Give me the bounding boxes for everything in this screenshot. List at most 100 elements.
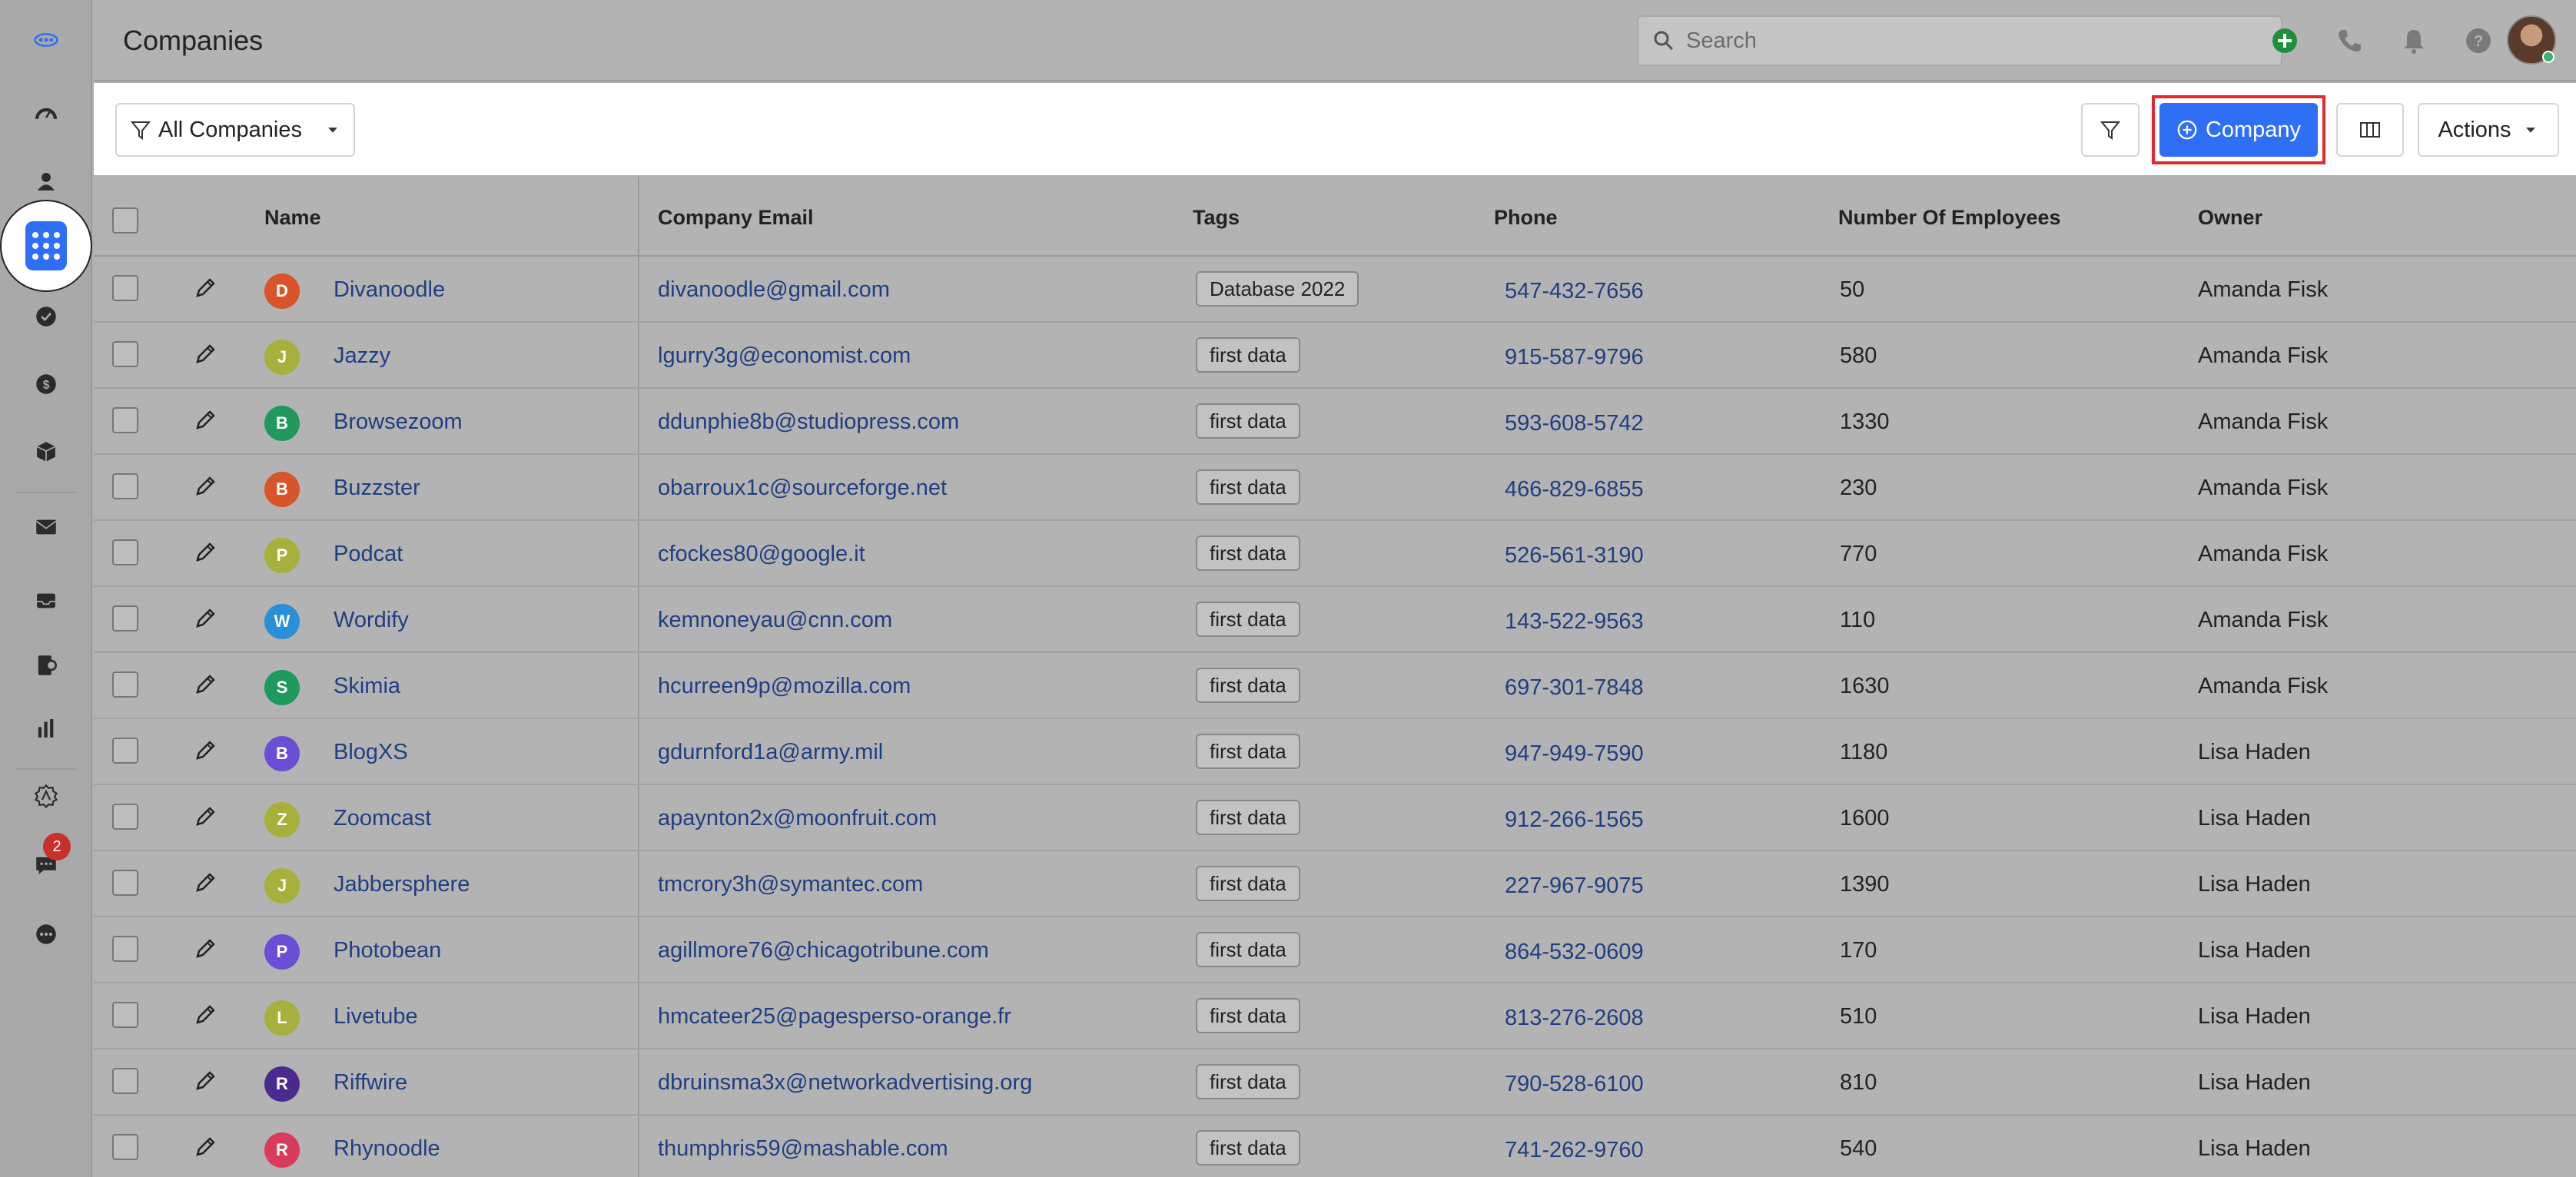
table-row[interactable]: R Riffwire dbruinsma3x@networkadvertising.… [94, 1049, 2576, 1116]
row-checkbox[interactable] [112, 870, 138, 896]
table-row[interactable]: D Divanoodle divanoodle@gmail.com Database … [94, 257, 2576, 323]
company-name-link[interactable]: Zoomcast [334, 806, 431, 831]
row-checkbox[interactable] [112, 473, 138, 499]
edit-pencil-icon[interactable] [192, 936, 218, 962]
phone-link[interactable]: 526-561-3190 [1505, 543, 1644, 569]
add-company-button[interactable]: Company [2159, 103, 2318, 157]
phone-link[interactable]: 593-608-5742 [1505, 411, 1644, 436]
header-employees[interactable]: Number Of Employees [1838, 206, 2061, 230]
company-email-link[interactable]: kemnoneyau@cnn.com [658, 608, 892, 633]
company-email-link[interactable]: agillmore76@chicagotribune.com [658, 938, 989, 963]
email-icon[interactable] [23, 504, 69, 550]
tasks-icon[interactable] [23, 293, 69, 340]
row-checkbox[interactable] [112, 936, 138, 962]
table-row[interactable]: B Browsezoom ddunphie8b@studiopress.com fir… [94, 389, 2576, 455]
company-name-link[interactable]: Buzzster [334, 476, 420, 501]
phone-link[interactable]: 143-522-9563 [1505, 609, 1644, 635]
row-checkbox[interactable] [112, 275, 138, 301]
edit-pencil-icon[interactable] [192, 804, 218, 830]
header-name[interactable]: Name [264, 206, 321, 230]
phone-link[interactable]: 741-262-9760 [1505, 1138, 1644, 1163]
search-box[interactable] [1637, 15, 2282, 66]
company-email-link[interactable]: obarroux1c@sourceforge.net [658, 476, 947, 501]
row-checkbox[interactable] [112, 341, 138, 367]
company-email-link[interactable]: thumphris59@mashable.com [658, 1136, 948, 1162]
row-checkbox[interactable] [112, 804, 138, 830]
company-name-link[interactable]: Skimia [334, 674, 400, 699]
deals-icon[interactable]: $ [23, 361, 69, 407]
header-phone[interactable]: Phone [1494, 206, 1558, 230]
edit-pencil-icon[interactable] [192, 1134, 218, 1160]
company-name-link[interactable]: Rhynoodle [334, 1136, 440, 1162]
edit-pencil-icon[interactable] [192, 1002, 218, 1028]
company-email-link[interactable]: cfockes80@google.it [658, 542, 865, 567]
company-name-link[interactable]: Wordify [334, 608, 409, 633]
company-email-link[interactable]: ddunphie8b@studiopress.com [658, 409, 959, 435]
company-email-link[interactable]: divanoodle@gmail.com [658, 277, 890, 303]
logo-icon[interactable] [23, 17, 69, 63]
company-email-link[interactable]: lgurry3g@economist.com [658, 343, 911, 369]
notifications-bell-icon[interactable] [2396, 23, 2432, 58]
edit-pencil-icon[interactable] [192, 407, 218, 433]
table-row[interactable]: J Jazzy lgurry3g@economist.com first data 91… [94, 323, 2576, 389]
table-row[interactable]: S Skimia hcurreen9p@mozilla.com first data 6… [94, 653, 2576, 719]
add-new-icon[interactable] [2267, 23, 2302, 58]
company-name-link[interactable]: Podcat [334, 542, 403, 567]
header-tags[interactable]: Tags [1193, 206, 1240, 230]
company-name-link[interactable]: Jazzy [334, 343, 390, 369]
phone-link[interactable]: 915-587-9796 [1505, 345, 1644, 370]
phone-icon[interactable] [2332, 23, 2367, 58]
table-row[interactable]: P Photobean agillmore76@chicagotribune.com… [94, 917, 2576, 983]
phone-link[interactable]: 790-528-6100 [1505, 1072, 1644, 1097]
phone-link[interactable]: 547-432-7656 [1505, 279, 1644, 304]
filter-button[interactable] [2081, 103, 2139, 157]
edit-pencil-icon[interactable] [192, 671, 218, 698]
row-checkbox[interactable] [112, 1068, 138, 1094]
select-all-checkbox[interactable] [112, 207, 138, 234]
view-selector-dropdown[interactable]: All Companies [115, 103, 355, 157]
company-name-link[interactable]: Livetube [334, 1004, 418, 1029]
columns-toggle-button[interactable] [2336, 103, 2404, 157]
company-email-link[interactable]: dbruinsma3x@networkadvertising.org [658, 1070, 1032, 1096]
company-name-link[interactable]: Photobean [334, 938, 441, 963]
automation-icon[interactable] [23, 773, 69, 819]
row-checkbox[interactable] [112, 1134, 138, 1160]
phone-link[interactable]: 912-266-1565 [1505, 807, 1644, 833]
company-name-link[interactable]: Jabbersphere [334, 872, 470, 897]
contacts-icon[interactable] [23, 158, 69, 204]
edit-pencil-icon[interactable] [192, 605, 218, 632]
company-email-link[interactable]: gdurnford1a@army.mil [658, 740, 883, 765]
edit-pencil-icon[interactable] [192, 275, 218, 301]
dashboard-icon[interactable] [23, 91, 69, 137]
table-row[interactable]: B Buzzster obarroux1c@sourceforge.net first… [94, 455, 2576, 521]
header-email[interactable]: Company Email [658, 206, 814, 230]
phone-link[interactable]: 947-949-7590 [1505, 741, 1644, 767]
row-checkbox[interactable] [112, 407, 138, 433]
inbox-icon[interactable] [23, 578, 69, 624]
phone-link[interactable]: 813-276-2608 [1505, 1006, 1644, 1031]
row-checkbox[interactable] [112, 671, 138, 698]
row-checkbox[interactable] [112, 1002, 138, 1028]
table-row[interactable]: Z Zoomcast apaynton2x@moonfruit.com first d… [94, 785, 2576, 851]
edit-pencil-icon[interactable] [192, 870, 218, 896]
company-name-link[interactable]: Riffwire [334, 1070, 407, 1096]
row-checkbox[interactable] [112, 738, 138, 764]
header-owner[interactable]: Owner [2198, 206, 2262, 230]
edit-pencil-icon[interactable] [192, 738, 218, 764]
reports-icon[interactable] [23, 705, 69, 751]
edit-pencil-icon[interactable] [192, 341, 218, 367]
row-checkbox[interactable] [112, 605, 138, 632]
company-email-link[interactable]: hmcateer25@pagesperso-orange.fr [658, 1004, 1011, 1029]
table-row[interactable]: R Rhynoodle thumphris59@mashable.com first … [94, 1116, 2576, 1177]
products-icon[interactable] [23, 429, 69, 475]
search-input[interactable] [1686, 28, 2270, 54]
company-name-link[interactable]: Divanoodle [334, 277, 445, 303]
phone-link[interactable]: 466-829-6855 [1505, 477, 1644, 502]
row-checkbox[interactable] [112, 539, 138, 565]
company-name-link[interactable]: Browsezoom [334, 409, 463, 435]
companies-nav-button[interactable] [2, 201, 91, 290]
phone-link[interactable]: 864-532-0609 [1505, 940, 1644, 965]
edit-pencil-icon[interactable] [192, 539, 218, 565]
billing-icon[interactable] [23, 642, 69, 688]
help-icon[interactable]: ? [2461, 23, 2496, 58]
